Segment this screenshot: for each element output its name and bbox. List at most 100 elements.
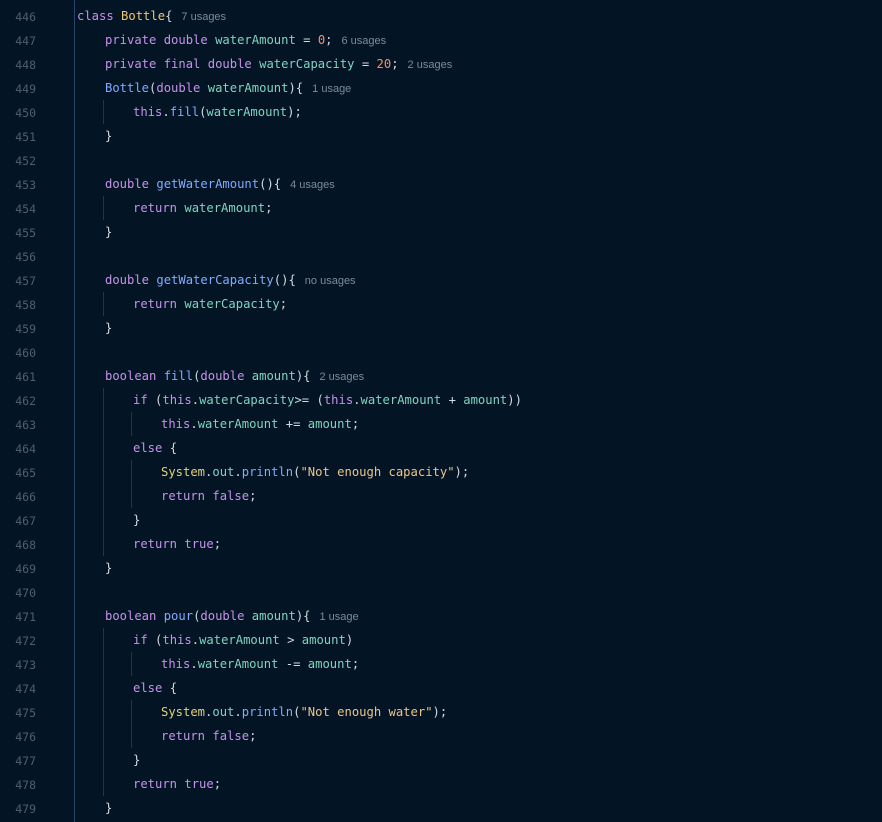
code-line[interactable]: }: [133, 748, 140, 772]
code-line[interactable]: return waterCapacity;: [133, 292, 287, 316]
code-token: waterAmount: [215, 33, 296, 47]
code-token: if: [133, 393, 156, 407]
usages-hint[interactable]: 1 usage: [312, 83, 351, 95]
code-token: ): [345, 633, 354, 647]
code-line[interactable]: return waterAmount;: [133, 196, 272, 220]
usages-hint[interactable]: 2 usages: [408, 59, 453, 71]
code-line[interactable]: }: [105, 220, 112, 244]
code-token: boolean: [105, 609, 164, 623]
line-number: 464: [15, 442, 36, 456]
code-line[interactable]: double getWaterAmount(){4 usages: [105, 172, 335, 197]
line-number: 474: [15, 682, 36, 696]
line-number: 450: [15, 106, 36, 120]
line-number: 479: [15, 802, 36, 816]
code-line[interactable]: }: [105, 796, 112, 820]
line-number: 459: [15, 322, 36, 336]
line-number: 465: [15, 466, 36, 480]
code-token: getWaterCapacity: [156, 273, 274, 287]
line-number: 451: [15, 130, 36, 144]
line-number: 478: [15, 778, 36, 792]
code-token: ;: [351, 417, 360, 431]
code-line[interactable]: this.waterAmount += amount;: [161, 412, 359, 436]
code-line[interactable]: return true;: [133, 532, 221, 556]
code-line[interactable]: }: [105, 124, 112, 148]
code-editor[interactable]: 446 447 448 449 450 451 452 453 454 455 456 457 458 4…: [0, 0, 882, 822]
code-token: double: [200, 609, 252, 623]
code-line[interactable]: boolean pour(double amount){1 usage: [105, 604, 359, 629]
code-token: "Not enough water": [300, 705, 433, 719]
code-line[interactable]: return false;: [161, 724, 256, 748]
code-line[interactable]: private final double waterCapacity = 20;…: [105, 52, 452, 77]
code-token: ;: [279, 297, 288, 311]
usages-hint[interactable]: 4 usages: [290, 179, 335, 191]
indent-guide: [103, 292, 104, 316]
code-token: }: [105, 321, 113, 335]
code-token: ;: [391, 57, 399, 71]
code-line[interactable]: this.waterAmount -= amount;: [161, 652, 359, 676]
code-token: amount: [251, 369, 296, 383]
code-line[interactable]: double getWaterCapacity(){no usages: [105, 268, 356, 293]
code-token: Bottle: [121, 9, 166, 23]
code-token: }: [133, 513, 141, 527]
code-token: >= (: [294, 393, 324, 407]
line-number: 454: [15, 202, 36, 216]
code-token: amount: [307, 417, 352, 431]
code-token: );: [454, 465, 470, 479]
line-number: 466: [15, 490, 36, 504]
indent-guide: [131, 460, 132, 508]
code-token: .: [353, 393, 361, 407]
code-token: .: [190, 657, 198, 671]
code-line[interactable]: class Bottle{7 usages: [77, 4, 226, 29]
line-number: 456: [15, 250, 36, 264]
code-token: {: [169, 681, 178, 695]
code-line[interactable]: Bottle(double waterAmount){1 usage: [105, 76, 351, 101]
code-token: amount: [463, 393, 508, 407]
code-line[interactable]: this.fill(waterAmount);: [133, 100, 302, 124]
code-token: return: [133, 297, 185, 311]
code-line[interactable]: }: [105, 556, 112, 580]
code-token: {: [169, 441, 178, 455]
code-line[interactable]: if (this.waterCapacity>= (this.waterAmou…: [133, 388, 522, 412]
usages-hint[interactable]: 2 usages: [320, 371, 365, 383]
usages-hint[interactable]: 7 usages: [181, 11, 226, 23]
usages-hint[interactable]: no usages: [305, 275, 356, 287]
code-line[interactable]: boolean fill(double amount){2 usages: [105, 364, 364, 389]
line-number: 455: [15, 226, 36, 240]
code-token: double: [200, 369, 252, 383]
code-token: System: [161, 465, 206, 479]
code-token: out: [212, 465, 235, 479]
code-token: boolean: [105, 369, 164, 383]
code-token: return: [161, 489, 213, 503]
code-token: else: [133, 441, 170, 455]
code-token: this: [161, 417, 191, 431]
code-token: Bottle: [105, 81, 150, 95]
code-token: true: [184, 537, 214, 551]
code-token: private: [105, 33, 164, 47]
usages-hint[interactable]: 6 usages: [342, 35, 387, 47]
code-token: waterAmount: [184, 201, 266, 215]
code-line[interactable]: private double waterAmount = 0; 6 usages: [105, 28, 386, 53]
code-line[interactable]: return false;: [161, 484, 256, 508]
code-line[interactable]: System.out.println("Not enough capacity"…: [161, 460, 469, 484]
code-token: this: [161, 657, 191, 671]
indent-guide: [131, 652, 132, 676]
code-token: }: [133, 753, 141, 767]
code-token: (){: [273, 273, 296, 287]
code-line[interactable]: else {: [133, 676, 177, 700]
line-number: 461: [15, 370, 36, 384]
code-line[interactable]: }: [133, 508, 140, 532]
code-token: println: [241, 705, 294, 719]
code-line[interactable]: System.out.println("Not enough water");: [161, 700, 447, 724]
code-line[interactable]: else {: [133, 436, 177, 460]
code-token: else: [133, 681, 170, 695]
code-token: waterCapacity: [184, 297, 280, 311]
code-token: return: [133, 777, 185, 791]
code-line[interactable]: if (this.waterAmount > amount): [133, 628, 353, 652]
code-line[interactable]: return true;: [133, 772, 221, 796]
indent-guide: [103, 628, 104, 796]
code-token: if: [133, 633, 156, 647]
code-token: println: [241, 465, 294, 479]
usages-hint[interactable]: 1 usage: [320, 611, 359, 623]
code-token: return: [133, 201, 185, 215]
code-line[interactable]: }: [105, 316, 112, 340]
